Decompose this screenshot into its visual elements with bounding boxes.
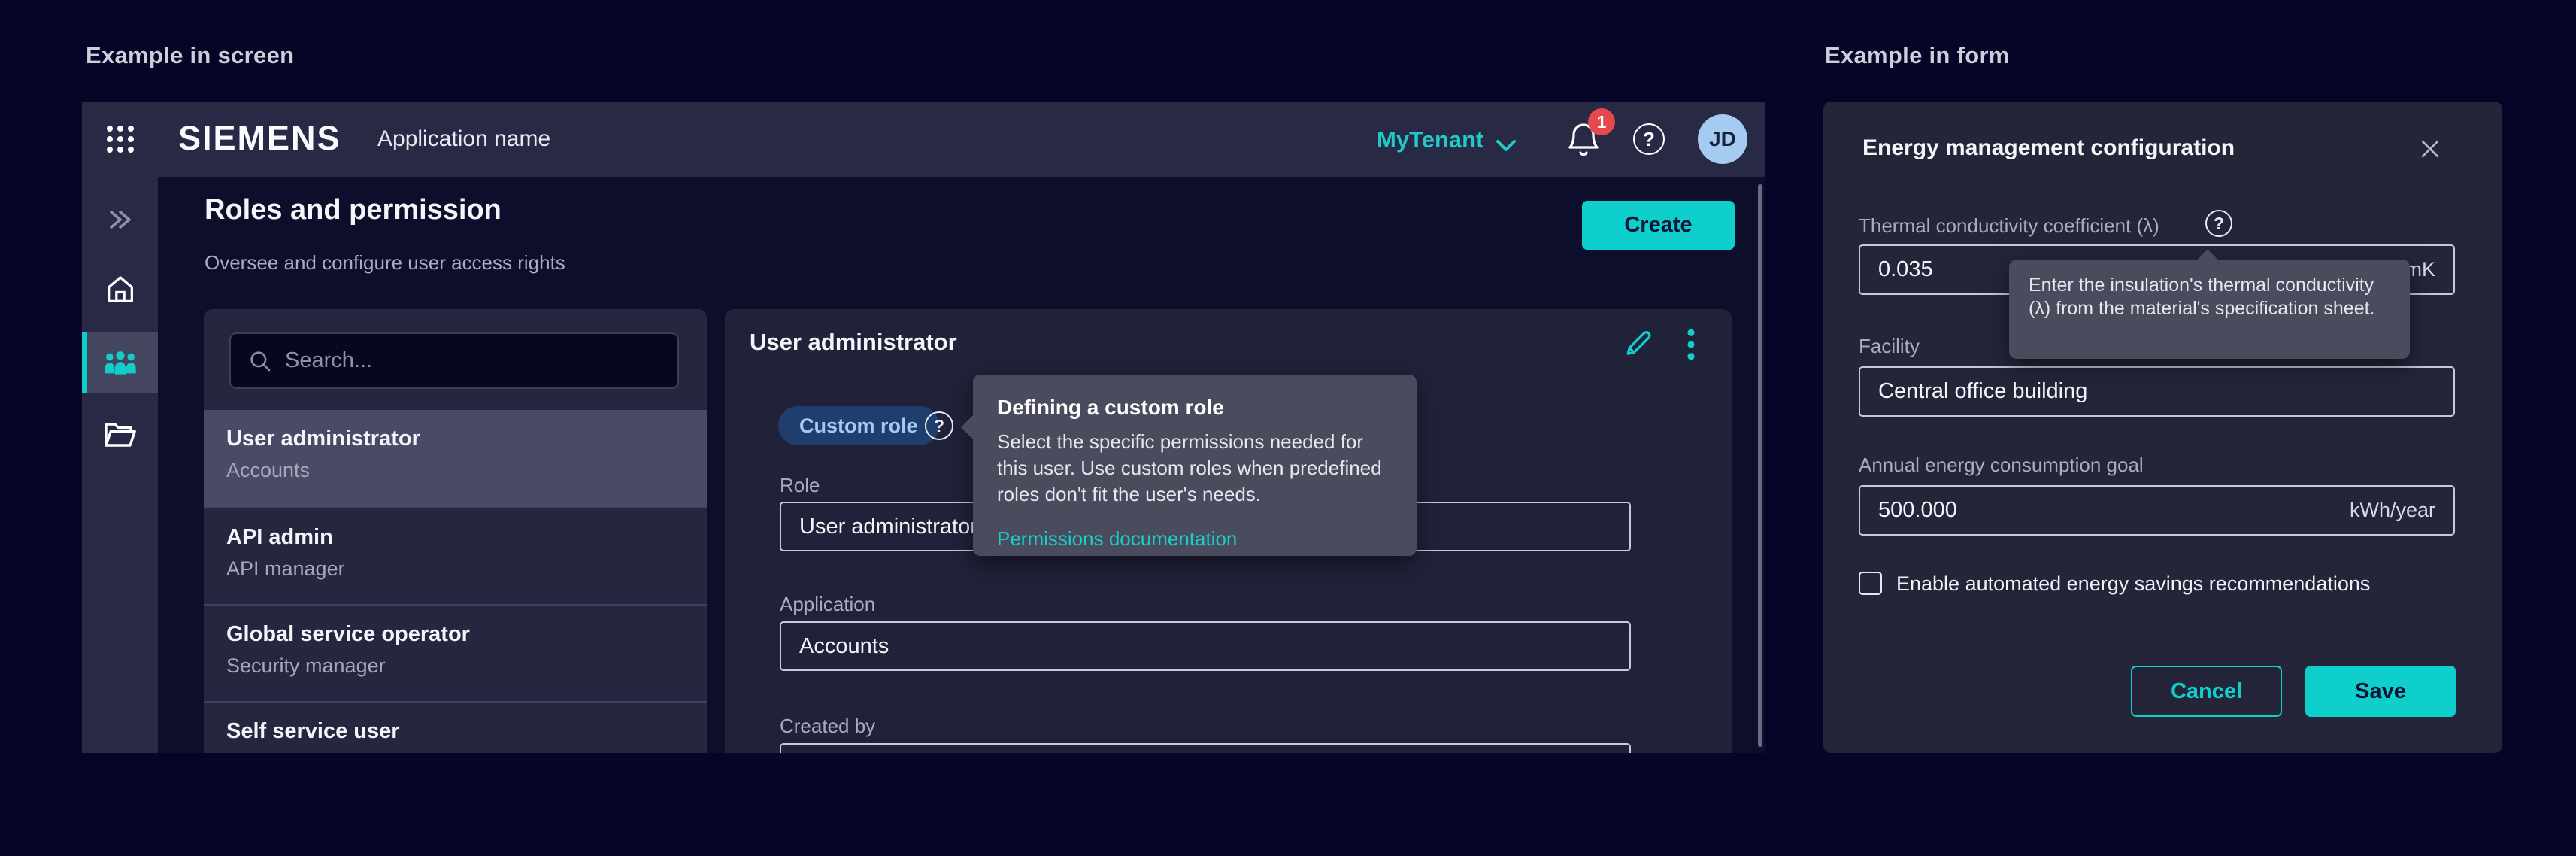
create-button[interactable]: Create (1582, 201, 1735, 250)
edit-pencil-icon[interactable] (1621, 326, 1656, 364)
roles-list-panel: Search... User administrator Accounts AP… (204, 309, 707, 753)
list-item-global-service-operator[interactable]: Global service operator Security manager (204, 604, 707, 701)
application-field-label: Application (780, 593, 875, 616)
sidebar-item-home[interactable] (82, 272, 158, 307)
window-scrollbar[interactable] (1758, 184, 1762, 747)
goal-field-label: Annual energy consumption goal (1859, 454, 2144, 477)
application-field-input[interactable]: Accounts (780, 621, 1631, 671)
page-subtitle: Oversee and configure user access rights (205, 251, 565, 275)
recommendations-checkbox[interactable] (1859, 572, 1882, 595)
application-name: Application name (377, 126, 550, 152)
custom-role-chip: Custom role (778, 406, 939, 445)
goal-unit: kWh/year (2350, 499, 2435, 522)
avatar[interactable]: JD (1698, 114, 1747, 164)
search-placeholder: Search... (285, 348, 372, 373)
created-by-field-input[interactable] (780, 743, 1631, 753)
facility-field-label: Facility (1859, 335, 1920, 358)
thermal-field-label: Thermal conductivity coefficient (λ) (1859, 214, 2159, 238)
sidebar-item-files[interactable] (82, 417, 158, 451)
save-button[interactable]: Save (2305, 666, 2456, 717)
thermal-help-icon[interactable]: ? (2205, 210, 2232, 237)
screen-example-heading: Example in screen (86, 42, 294, 69)
custom-role-tooltip: Defining a custom role Select the specif… (973, 375, 1417, 556)
created-by-field-label: Created by (780, 715, 875, 738)
list-item-self-service-user[interactable]: Self service user Smart infrastructure (204, 701, 707, 753)
recommendations-checkbox-label: Enable automated energy savings recommen… (1896, 572, 2370, 596)
role-field-label: Role (780, 474, 820, 497)
tooltip-title: Defining a custom role (997, 396, 1393, 420)
page-title: Roles and permission (205, 194, 502, 226)
energy-form-dialog: Energy management configuration Thermal … (1823, 102, 2502, 753)
sidebar (82, 177, 158, 753)
help-icon[interactable]: ? (1633, 123, 1665, 155)
sidebar-item-users[interactable] (82, 346, 158, 381)
search-input[interactable]: Search... (229, 332, 679, 389)
form-example-heading: Example in form (1825, 42, 2010, 69)
app-launcher-icon[interactable] (107, 126, 134, 153)
facility-field-input[interactable]: Central office building (1859, 366, 2455, 417)
siemens-logo: SIEMENS (178, 119, 341, 158)
permissions-documentation-link[interactable]: Permissions documentation (997, 527, 1393, 551)
kebab-menu-icon[interactable] (1686, 327, 1696, 366)
tooltip-body: Enter the insulation's thermal conductiv… (2029, 274, 2390, 320)
sidebar-expand-icon[interactable] (82, 205, 158, 235)
close-icon[interactable] (2417, 136, 2443, 165)
chevron-down-icon[interactable] (1493, 137, 1519, 159)
goal-field-input[interactable]: 500.000 kWh/year (1859, 485, 2455, 536)
dialog-title: Energy management configuration (1862, 135, 2235, 161)
tenant-selector[interactable]: MyTenant (1377, 126, 1483, 153)
chip-help-icon[interactable]: ? (925, 411, 953, 440)
cancel-button[interactable]: Cancel (2131, 666, 2282, 717)
list-item-user-administrator[interactable]: User administrator Accounts (204, 410, 707, 507)
role-detail-title: User administrator (750, 329, 957, 356)
list-item-api-admin[interactable]: API admin API manager (204, 507, 707, 604)
thermal-tooltip: Enter the insulation's thermal conductiv… (2009, 260, 2410, 359)
search-icon (247, 348, 273, 374)
tooltip-body: Select the specific permissions needed f… (997, 429, 1393, 508)
notification-badge: 1 (1588, 108, 1615, 135)
